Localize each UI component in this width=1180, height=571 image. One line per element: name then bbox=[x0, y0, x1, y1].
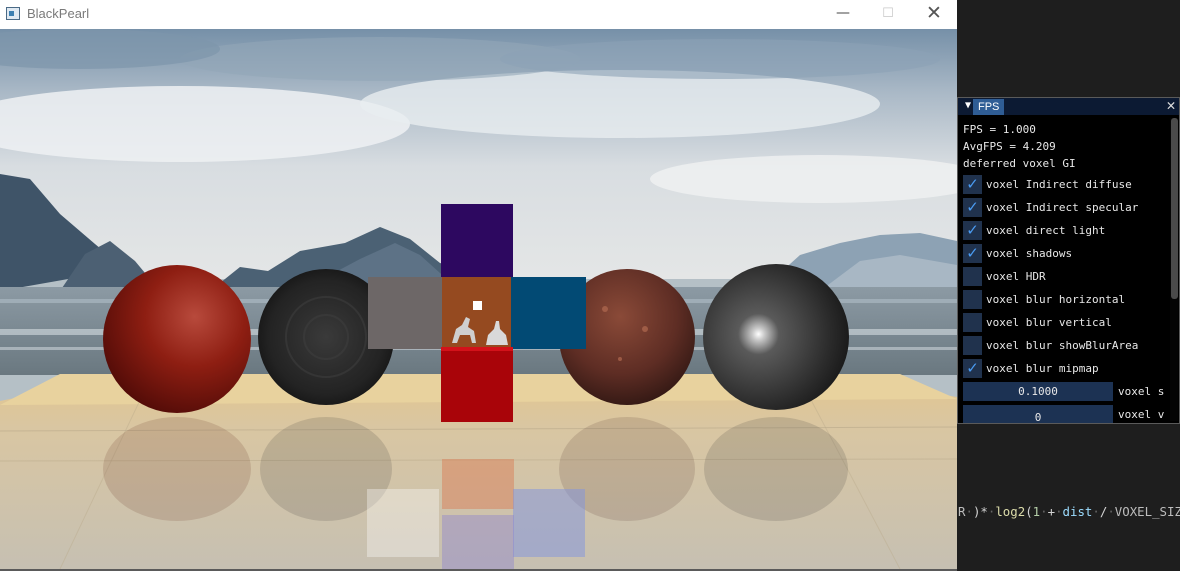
red-sphere bbox=[103, 265, 251, 413]
checkbox-box[interactable]: ✓ bbox=[963, 359, 982, 378]
app-window-icon bbox=[6, 7, 20, 20]
tab-fps[interactable]: FPS bbox=[973, 99, 1005, 115]
checkbox-box[interactable] bbox=[963, 313, 982, 332]
fps-readout: FPS = 1.000 bbox=[963, 123, 1036, 136]
box-top bbox=[441, 204, 513, 277]
checkbox-label: voxel HDR bbox=[986, 270, 1046, 283]
code-token: 1 bbox=[1032, 504, 1041, 519]
checkmark-icon: ✓ bbox=[966, 244, 979, 262]
fps-panel-titlebar[interactable]: ▼ FPS ✕ bbox=[958, 98, 1179, 115]
checkmark-icon: ✓ bbox=[966, 359, 979, 377]
scene-render bbox=[0, 29, 957, 569]
checkbox-voxel-blur-mipmap[interactable]: ✓ voxel blur mipmap bbox=[963, 359, 1171, 378]
app-window: BlackPearl — ☐ ✕ bbox=[0, 0, 957, 571]
code-token: dist bbox=[1062, 504, 1093, 519]
checkbox-voxel-direct-light[interactable]: ✓ voxel direct light bbox=[963, 221, 1171, 240]
checkbox-label: voxel blur mipmap bbox=[986, 362, 1099, 375]
checkbox-voxel-indirect-specular[interactable]: ✓ voxel Indirect specular bbox=[963, 198, 1171, 217]
checkbox-voxel-shadows[interactable]: ✓ voxel shadows bbox=[963, 244, 1171, 263]
code-token: log2 bbox=[995, 504, 1026, 519]
checkbox-box[interactable]: ✓ bbox=[963, 221, 982, 240]
slider-voxel-s[interactable]: 0.1000 voxel s bbox=[963, 382, 1175, 401]
box-bottom bbox=[441, 347, 513, 422]
checkmark-icon: ✓ bbox=[966, 221, 979, 239]
checkbox-label: voxel blur vertical bbox=[986, 316, 1112, 329]
checkmark-icon: ✓ bbox=[966, 175, 979, 193]
window-title: BlackPearl bbox=[27, 6, 90, 21]
panel-close-icon[interactable]: ✕ bbox=[1164, 98, 1178, 114]
checkbox-label: voxel Indirect diffuse bbox=[986, 178, 1132, 191]
close-button[interactable]: ✕ bbox=[911, 0, 957, 29]
maximize-button[interactable]: ☐ bbox=[865, 0, 911, 29]
checkbox-label: voxel Indirect specular bbox=[986, 201, 1139, 214]
checkbox-label: voxel direct light bbox=[986, 224, 1106, 237]
render-mode-label: deferred voxel GI bbox=[963, 157, 1076, 170]
slider-label: voxel s bbox=[1118, 385, 1165, 398]
checkbox-box[interactable] bbox=[963, 267, 982, 286]
chrome-sphere bbox=[703, 264, 849, 410]
checkbox-box[interactable]: ✓ bbox=[963, 175, 982, 194]
checkbox-voxel-hdr[interactable]: voxel HDR bbox=[963, 267, 1171, 286]
minimize-button[interactable]: — bbox=[820, 0, 866, 29]
code-token: VOXEL_SIZE bbox=[1114, 504, 1180, 519]
code-token: + bbox=[1047, 504, 1056, 519]
code-token: * bbox=[980, 504, 988, 519]
checkbox-box[interactable]: ✓ bbox=[963, 198, 982, 217]
checkbox-voxel-blur-showblurarea[interactable]: voxel blur showBlurArea bbox=[963, 336, 1171, 355]
checkbox-voxel-blur-vertical[interactable]: voxel blur vertical bbox=[963, 313, 1171, 332]
fps-panel[interactable]: ▼ FPS ✕ FPS = 1.000 AvgFPS = 4.209 defer… bbox=[957, 97, 1180, 424]
checkmark-icon: ✓ bbox=[966, 198, 979, 216]
checkbox-box[interactable]: ✓ bbox=[963, 244, 982, 263]
box-right bbox=[511, 277, 586, 349]
checkbox-label: voxel blur horizontal bbox=[986, 293, 1126, 306]
slider-voxel-v[interactable]: 0 voxel v bbox=[963, 405, 1175, 423]
checkbox-label: voxel blur showBlurArea bbox=[986, 339, 1139, 352]
title-bar[interactable]: BlackPearl — ☐ ✕ bbox=[0, 0, 957, 29]
checkbox-label: voxel shadows bbox=[986, 247, 1073, 260]
avg-fps-readout: AvgFPS = 4.209 bbox=[963, 140, 1056, 153]
slider-label: voxel v bbox=[1118, 408, 1165, 421]
light-marker bbox=[473, 301, 482, 310]
box-left bbox=[368, 277, 442, 349]
code-editor-fragment: R·)*·log2(1·+·dist·/·VOXEL_SIZE bbox=[958, 424, 1180, 571]
checkbox-box[interactable] bbox=[963, 336, 982, 355]
panel-scrollbar-thumb[interactable] bbox=[1171, 118, 1178, 299]
code-token: ( bbox=[1025, 504, 1033, 519]
checkbox-voxel-indirect-diffuse[interactable]: ✓ voxel Indirect diffuse bbox=[963, 175, 1171, 194]
code-line: R·)*·log2(1·+·dist·/·VOXEL_SIZE bbox=[958, 504, 1180, 519]
checkbox-box[interactable] bbox=[963, 290, 982, 309]
slider-value[interactable]: 0 bbox=[963, 405, 1113, 423]
render-viewport[interactable] bbox=[0, 29, 957, 569]
checkbox-voxel-blur-horizontal[interactable]: voxel blur horizontal bbox=[963, 290, 1171, 309]
slider-value[interactable]: 0.1000 bbox=[963, 382, 1113, 401]
